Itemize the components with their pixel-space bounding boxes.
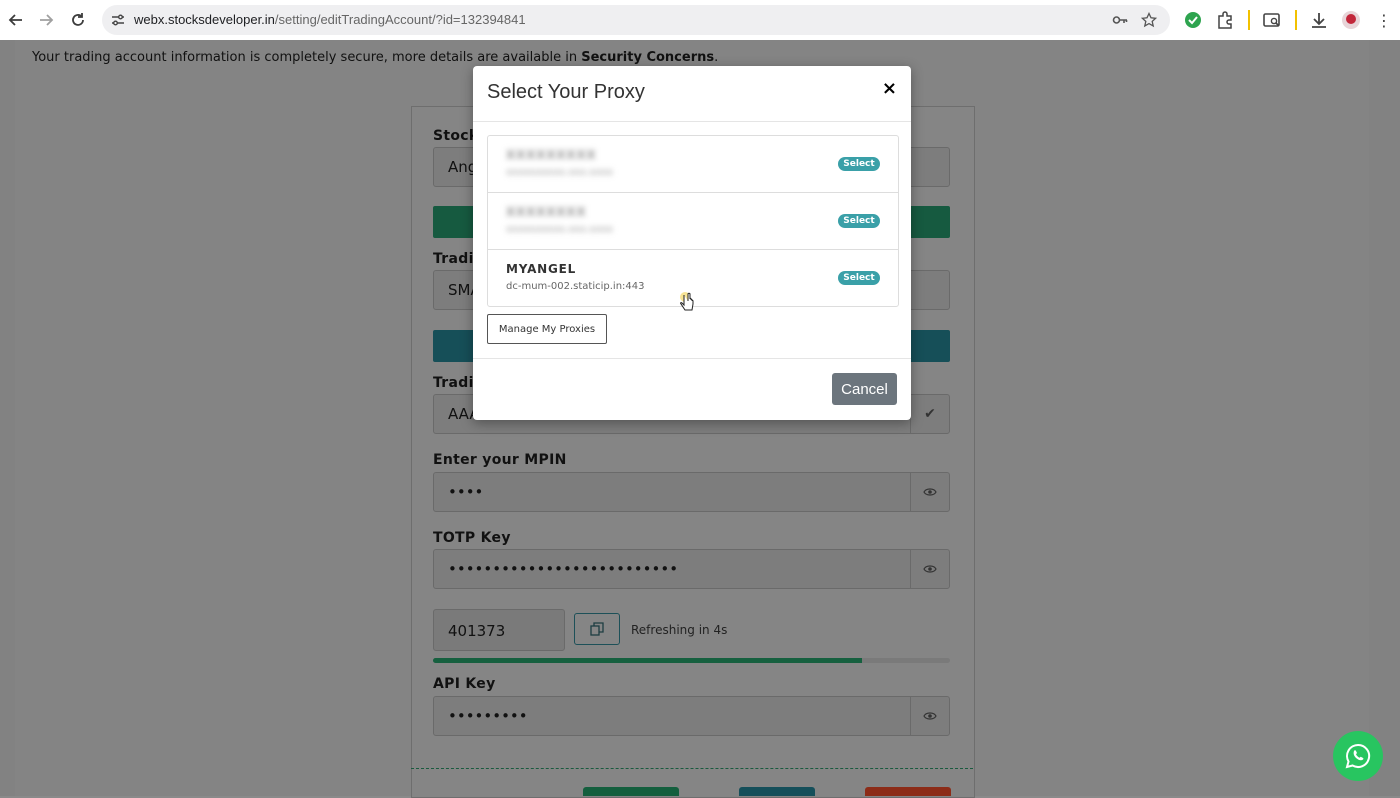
star-icon[interactable] <box>1141 12 1157 28</box>
proxy-host: xxxxxxxxxx.xxx.xxxx <box>506 167 613 178</box>
select-proxy-modal: Select Your Proxy × XXXXXXXXX xxxxxxxxxx… <box>473 66 911 420</box>
browser-toolbar: webx.stocksdeveloper.in/setting/editTrad… <box>0 0 1400 40</box>
otp-progress-fill <box>433 658 863 663</box>
eye-icon[interactable] <box>910 473 949 511</box>
eye-icon[interactable] <box>910 550 949 588</box>
extensions-icon[interactable] <box>1215 10 1235 30</box>
manage-proxies-button[interactable]: Manage My Proxies <box>487 314 607 344</box>
address-bar[interactable]: webx.stocksdeveloper.in/setting/editTrad… <box>102 5 1170 35</box>
eye-icon[interactable] <box>910 697 949 735</box>
modal-footer-divider <box>473 358 911 359</box>
back-icon[interactable] <box>4 8 28 32</box>
whatsapp-button[interactable] <box>1333 731 1383 781</box>
download-icon[interactable] <box>1309 10 1329 30</box>
delete-button[interactable] <box>865 787 951 796</box>
copy-icon <box>590 622 604 636</box>
otp-code: 401373 <box>433 609 565 651</box>
select-proxy-button[interactable]: Select <box>838 157 880 171</box>
key-icon[interactable] <box>1112 12 1128 28</box>
toolbar-separator <box>1248 10 1250 30</box>
otp-progress-bar <box>433 658 950 663</box>
modal-header: Select Your Proxy × <box>473 66 911 122</box>
select-proxy-button[interactable]: Select <box>838 271 880 285</box>
copy-otp-button[interactable] <box>574 613 620 645</box>
proxy-name: XXXXXXXXX <box>506 148 597 162</box>
toolbar-separator <box>1295 10 1297 30</box>
whatsapp-icon <box>1345 743 1371 769</box>
stock-broker-label: Stock <box>433 128 479 144</box>
proxy-item: XXXXXXXX xxxxxxxxxx.xxx.xxxx Select <box>488 193 898 250</box>
security-info: Your trading account information is comp… <box>32 50 719 65</box>
url-text: webx.stocksdeveloper.in/setting/editTrad… <box>134 12 526 27</box>
totp-field[interactable]: •••••••••••••••••••••••••• <box>433 549 950 589</box>
api-key-label: API Key <box>433 676 496 692</box>
proxy-name: MYANGEL <box>506 262 577 276</box>
modal-title: Select Your Proxy <box>487 81 645 103</box>
refresh-countdown: Refreshing in 4s <box>631 623 728 637</box>
avatar[interactable] <box>1341 10 1361 30</box>
select-proxy-button[interactable]: Select <box>838 214 880 228</box>
form-divider <box>411 768 973 769</box>
cancel-button[interactable]: Cancel <box>832 373 897 405</box>
close-icon[interactable]: × <box>882 78 897 99</box>
proxy-host: xxxxxxxxxx.xxx.xxxx <box>506 224 613 235</box>
api-key-field[interactable]: ••••••••• <box>433 696 950 736</box>
proxy-list: XXXXXXXXX xxxxxxxxxx.xxx.xxxx Select XXX… <box>487 135 899 307</box>
forward-icon[interactable] <box>34 8 58 32</box>
mpin-label: Enter your MPIN <box>433 452 567 468</box>
menu-icon[interactable]: ⋮ <box>1372 8 1396 32</box>
save-button[interactable] <box>583 787 679 796</box>
test-button[interactable] <box>739 787 815 796</box>
hand-cursor-icon <box>680 292 694 311</box>
proxy-item: XXXXXXXXX xxxxxxxxxx.xxx.xxxx Select <box>488 136 898 193</box>
tab-search-icon[interactable] <box>1262 10 1282 30</box>
proxy-name: XXXXXXXX <box>506 205 587 219</box>
check-circle-icon[interactable] <box>1183 10 1203 30</box>
site-info-icon[interactable] <box>110 12 126 28</box>
reload-icon[interactable] <box>66 8 90 32</box>
mpin-field[interactable]: •••• <box>433 472 950 512</box>
security-concerns-link[interactable]: Security Concerns <box>581 50 714 65</box>
totp-label: TOTP Key <box>433 530 511 546</box>
checkmark-icon: ✔ <box>910 395 949 433</box>
proxy-host: dc-mum-002.staticip.in:443 <box>506 281 645 292</box>
